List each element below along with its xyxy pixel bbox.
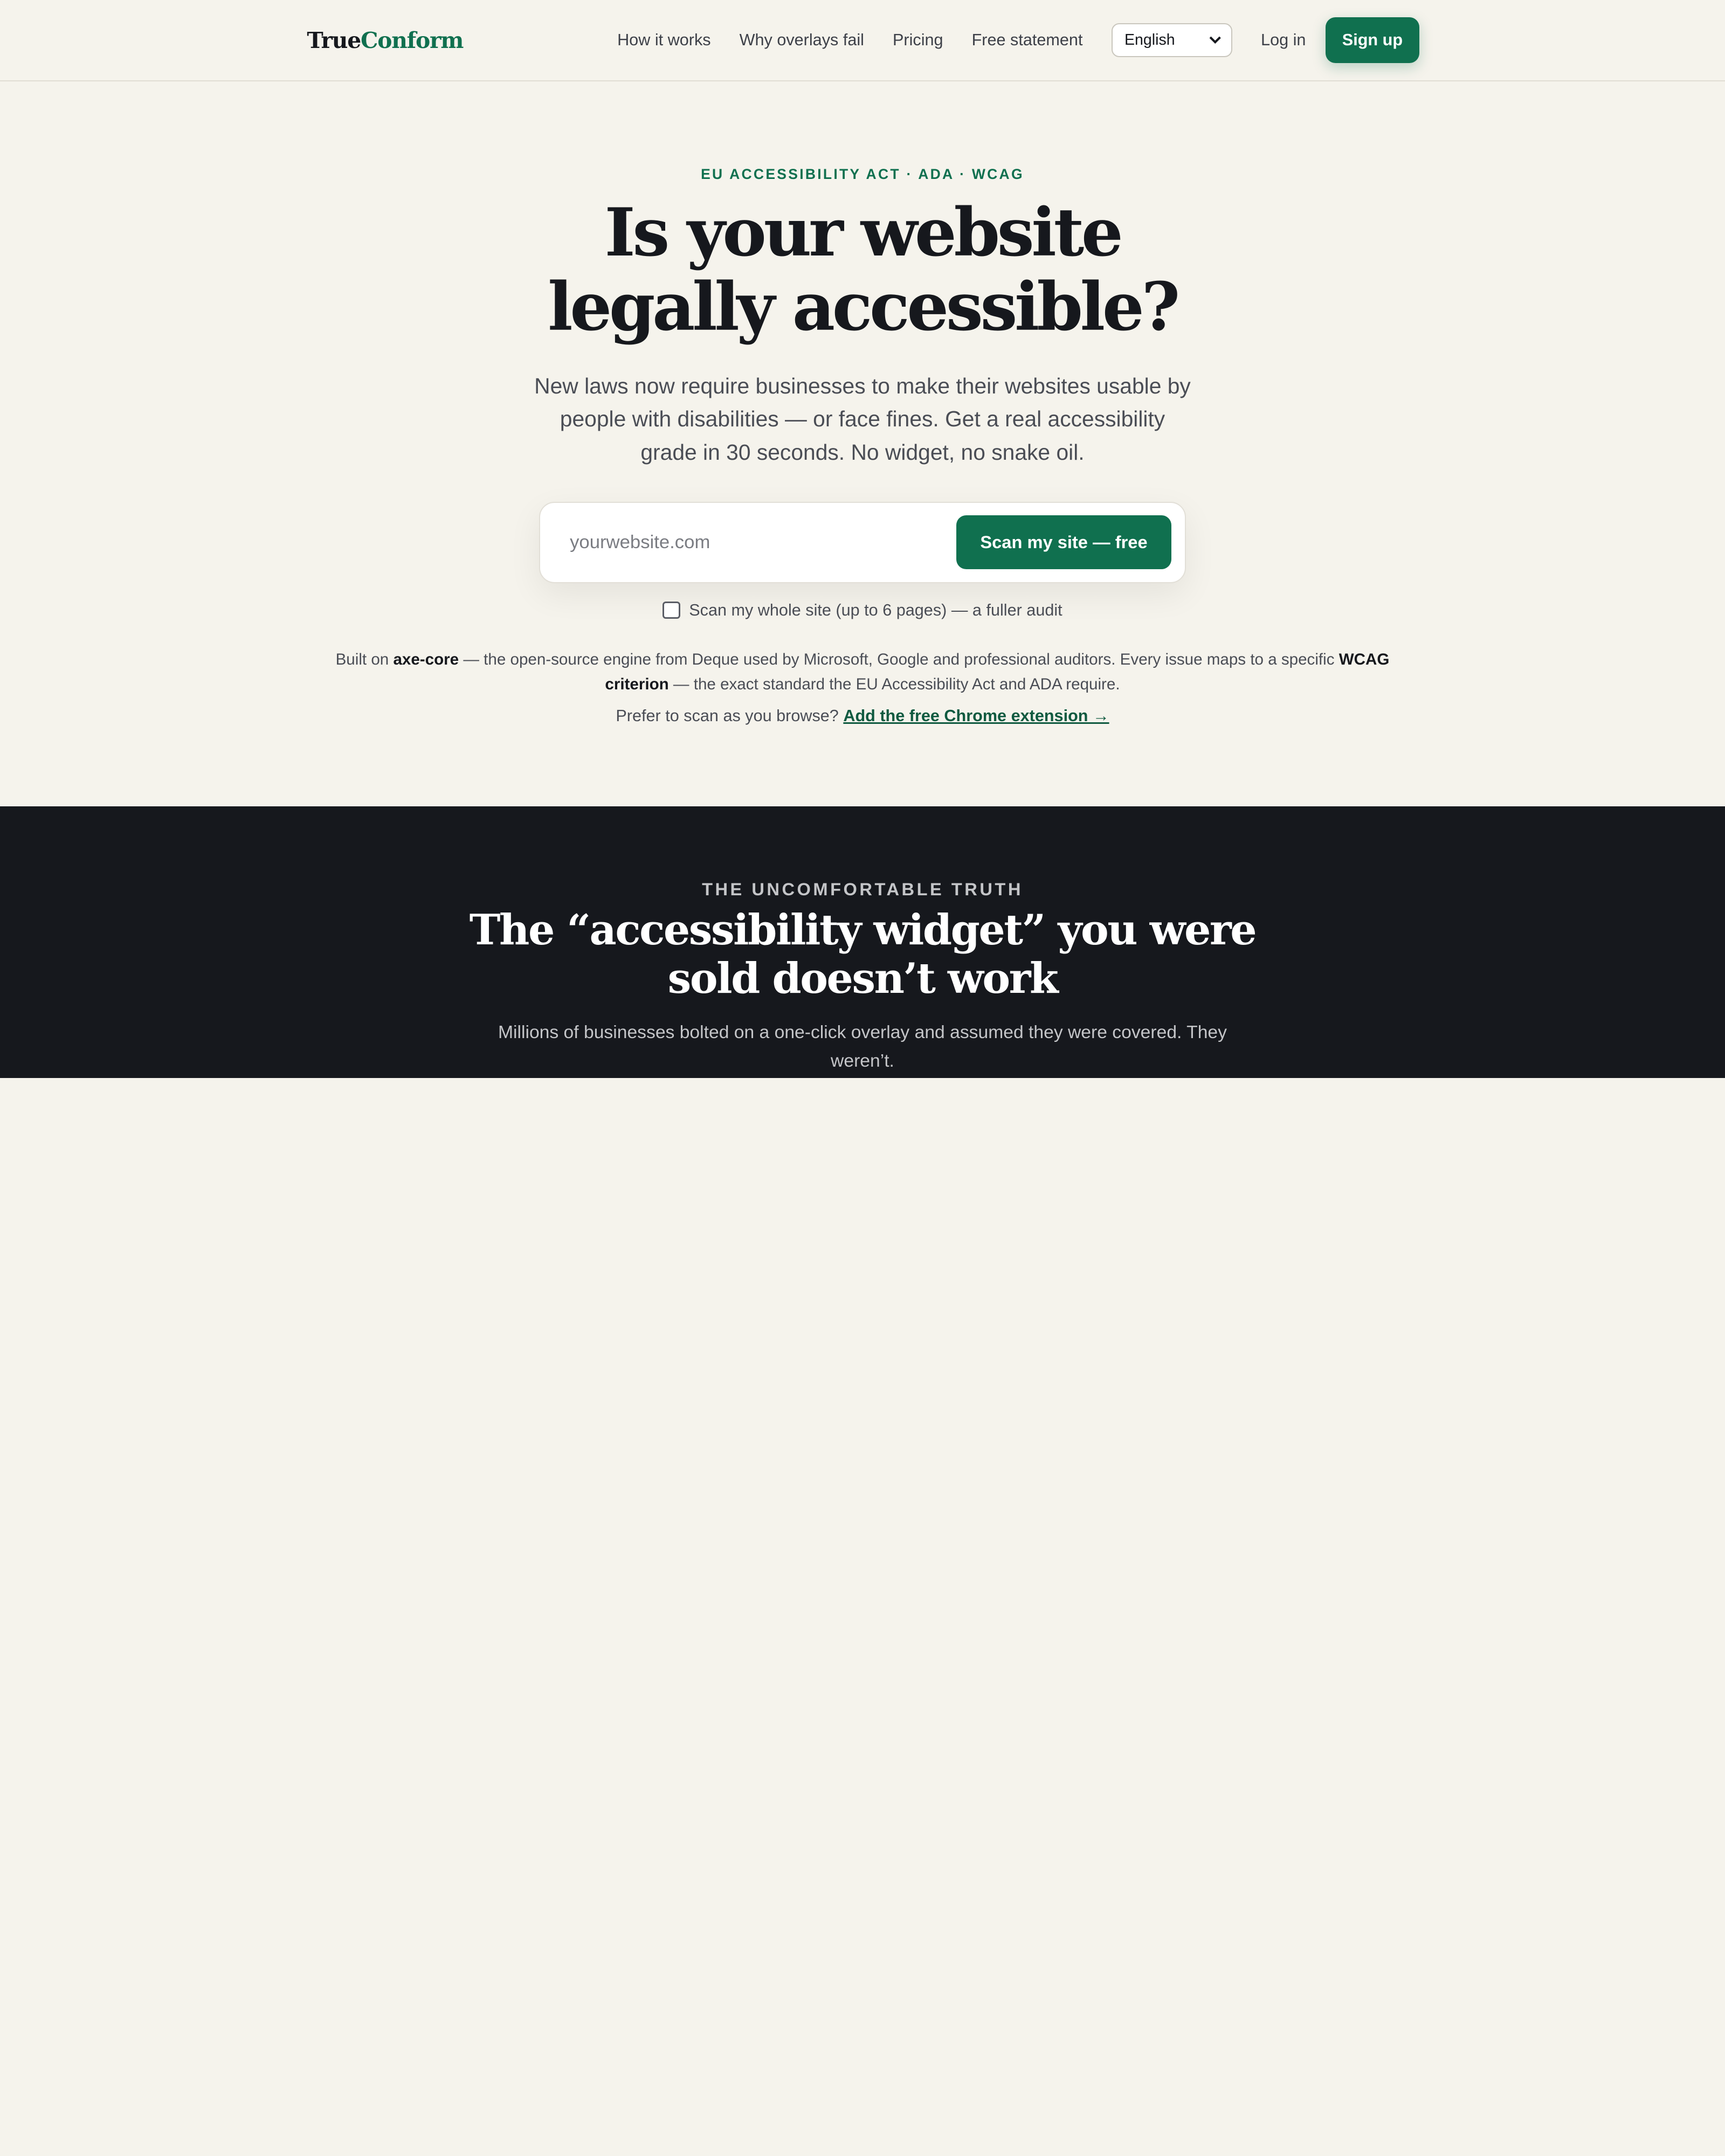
truth-subtitle: Millions of businesses bolted on a one-c… xyxy=(498,1022,1227,1072)
hero-title: Is your website legally accessible? xyxy=(548,193,1180,346)
logo-text-true: True xyxy=(307,27,361,53)
built-on-text-1: Built on xyxy=(335,650,394,668)
hero-section: EU ACCESSIBILITY ACT · ADA · WCAG Is you… xyxy=(0,81,1725,725)
hero-subtitle: New laws now require businesses to make … xyxy=(534,374,1191,465)
built-on-text-2: — the open-source engine from Deque used… xyxy=(459,650,1339,668)
truth-title: The “accessibility widget” you were sold… xyxy=(469,905,1257,1003)
scan-button[interactable]: Scan my site — free xyxy=(956,515,1172,570)
whole-site-label: Scan my whole site (up to 6 pages) — a f… xyxy=(689,600,1062,619)
site-header: TrueConform How it works Why overlays fa… xyxy=(0,0,1725,82)
truth-eyebrow: THE UNCOMFORTABLE TRUTH xyxy=(702,879,1023,899)
built-on-text-3: — the exact standard the EU Accessibilit… xyxy=(668,675,1120,693)
nav-why-overlays-fail[interactable]: Why overlays fail xyxy=(740,31,864,50)
hero-eyebrow: EU ACCESSIBILITY ACT · ADA · WCAG xyxy=(701,166,1024,183)
language-value: English xyxy=(1124,31,1175,49)
language-select[interactable]: English xyxy=(1111,23,1232,58)
whole-site-option[interactable]: Scan my whole site (up to 6 pages) — a f… xyxy=(0,601,1725,620)
url-input[interactable] xyxy=(570,531,922,553)
page: TrueConform How it works Why overlays fa… xyxy=(0,0,1725,1078)
nav-pricing[interactable]: Pricing xyxy=(893,31,943,50)
signup-button[interactable]: Sign up xyxy=(1326,17,1419,64)
logo[interactable]: TrueConform xyxy=(307,27,464,53)
uncomfortable-truth-section: THE UNCOMFORTABLE TRUTH The “accessibili… xyxy=(0,806,1725,1078)
whole-site-checkbox[interactable] xyxy=(663,601,680,619)
prefer-text: Prefer to scan as you browse? xyxy=(616,706,844,725)
built-on-note: Built on axe-core — the open-source engi… xyxy=(313,647,1413,697)
chrome-extension-link[interactable]: Add the free Chrome extension → xyxy=(843,707,1109,725)
extension-prompt: Prefer to scan as you browse? Add the fr… xyxy=(0,707,1725,725)
nav-how-it-works[interactable]: How it works xyxy=(617,31,710,50)
logo-text-conform: Conform xyxy=(360,27,464,53)
main-nav: How it works Why overlays fail Pricing F… xyxy=(617,17,1419,64)
axe-core-emphasis: axe-core xyxy=(393,650,459,668)
chevron-down-icon xyxy=(1209,33,1222,47)
login-link[interactable]: Log in xyxy=(1261,31,1306,50)
nav-free-statement[interactable]: Free statement xyxy=(972,31,1083,50)
scan-form: Scan my site — free xyxy=(539,501,1186,583)
